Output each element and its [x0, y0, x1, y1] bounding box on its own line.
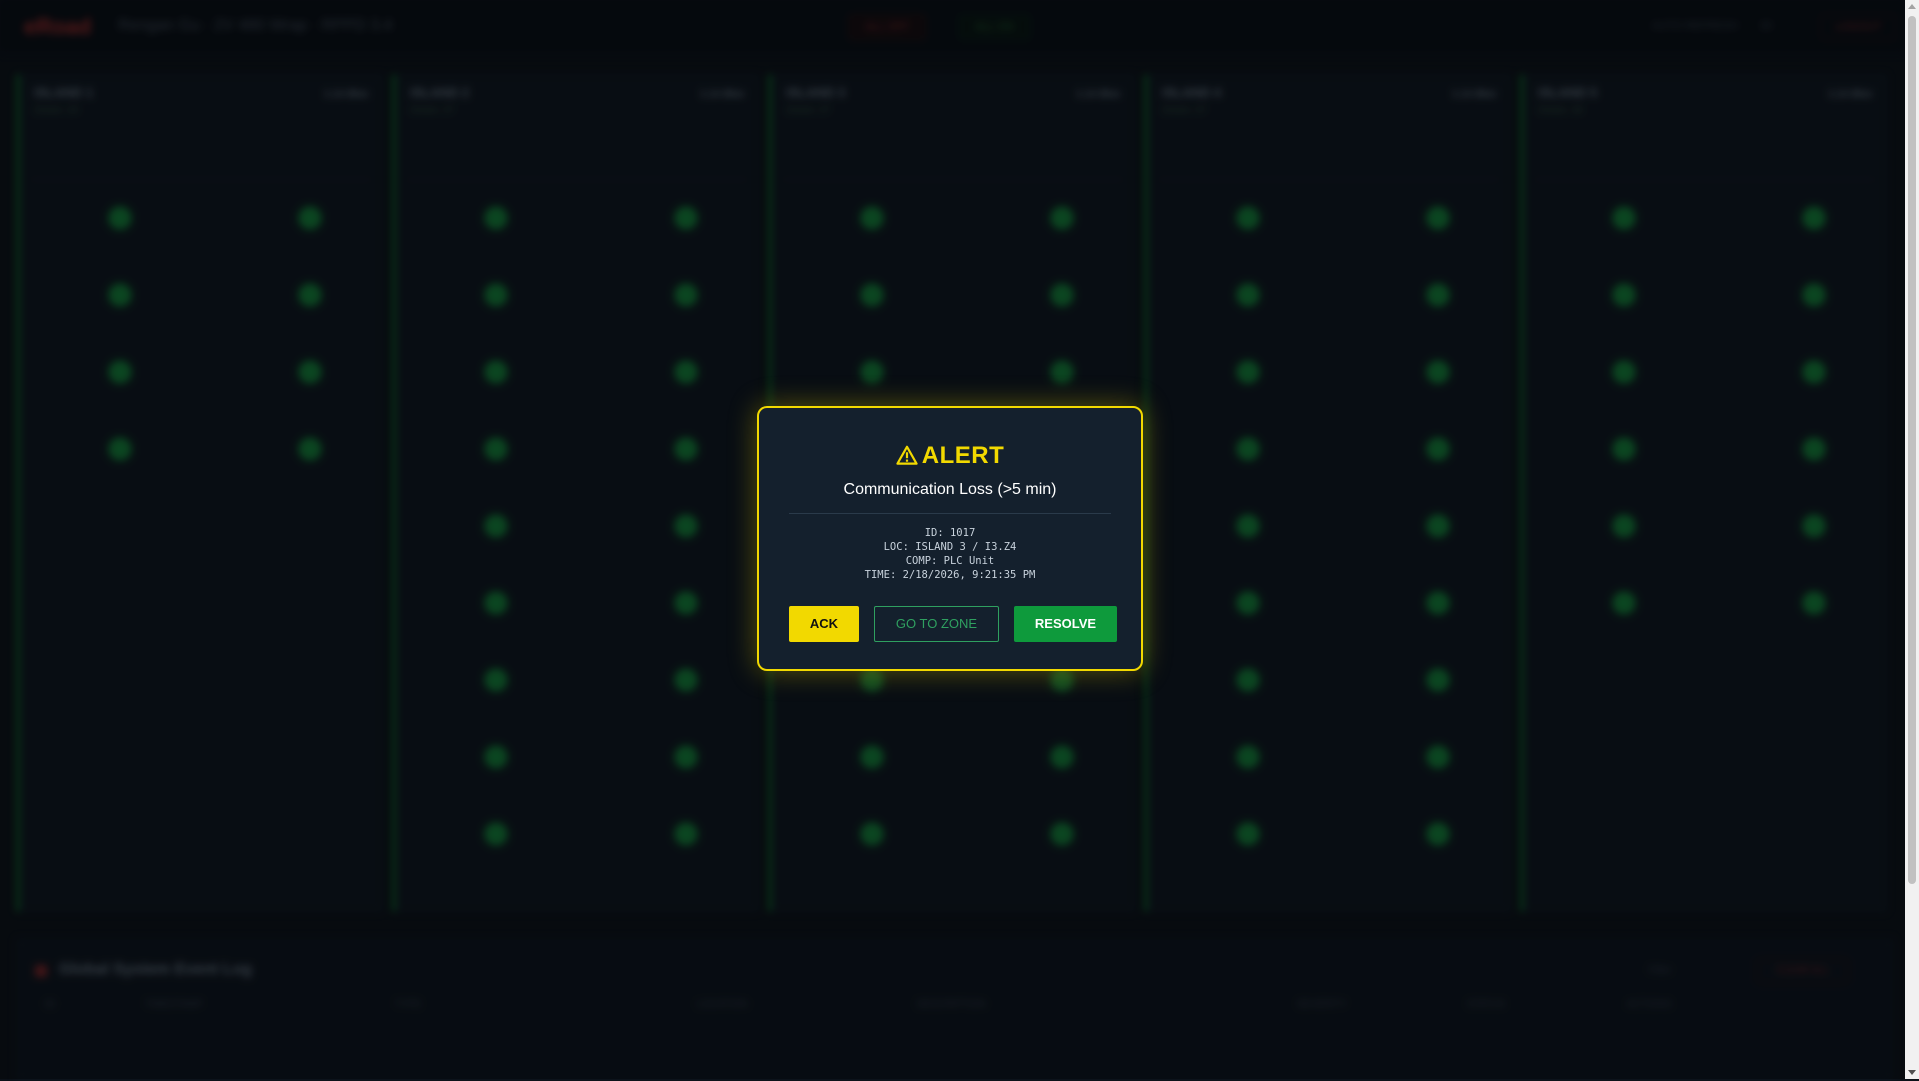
divider — [789, 513, 1111, 514]
alert-modal: ALERT Communication Loss (>5 min) ID: 10… — [757, 406, 1143, 671]
alert-title: ALERT — [921, 442, 1005, 469]
alert-location: LOC: ISLAND 3 / I3.Z4 — [883, 541, 1017, 553]
alert-header: ALERT — [759, 442, 1141, 470]
scroll-up-arrow-icon[interactable] — [1908, 4, 1916, 9]
alert-details: ID: 1017 LOC: ISLAND 3 / I3.Z4 COMP: PLC… — [759, 526, 1141, 582]
warning-triangle-icon — [896, 445, 918, 465]
scroll-down-arrow-icon[interactable] — [1908, 1070, 1916, 1075]
go-to-zone-button[interactable]: GO TO ZONE — [874, 606, 999, 642]
alert-component: COMP: PLC Unit — [905, 555, 995, 567]
page-scrollbar[interactable] — [1905, 0, 1919, 1079]
resolve-button[interactable]: RESOLVE — [1014, 606, 1117, 642]
alert-time: TIME: 2/18/2026, 9:21:35 PM — [864, 569, 1036, 581]
ack-button[interactable]: ACK — [789, 606, 859, 642]
alert-message: Communication Loss (>5 min) — [843, 481, 1057, 498]
scrollbar-thumb[interactable] — [1908, 16, 1916, 884]
alert-id: ID: 1017 — [924, 527, 976, 539]
